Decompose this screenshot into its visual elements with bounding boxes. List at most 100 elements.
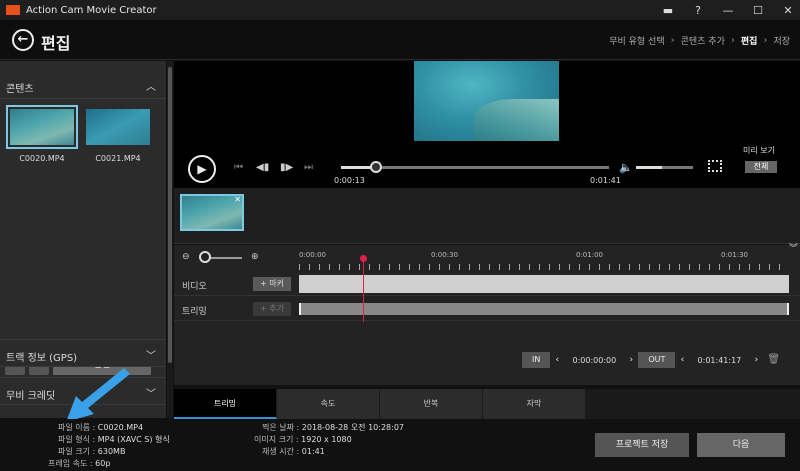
volume-icon[interactable]: 🔈 xyxy=(619,161,633,174)
file-size-value: 630MB xyxy=(97,447,126,456)
save-project-button[interactable]: 프로젝트 저장 xyxy=(595,433,689,457)
file-size-label: 파일 크기 : xyxy=(58,447,96,456)
tick-label: 0:00:00 xyxy=(299,251,326,259)
tick-label: 0:00:30 xyxy=(431,251,458,259)
zoom-in-icon[interactable]: ⊕ xyxy=(251,252,259,262)
add-marker-button[interactable]: + 마커 xyxy=(253,277,291,291)
in-time: 0:00:00:00 xyxy=(572,355,617,365)
play-time-label: 재생 시간 : xyxy=(262,447,300,456)
frame-rate-value: 60p xyxy=(95,459,111,468)
app-title: Action Cam Movie Creator xyxy=(26,4,157,16)
skip-end-icon[interactable]: ⏭ xyxy=(304,162,313,173)
clip-name: C0020.MP4 xyxy=(19,154,65,163)
breadcrumb-step-active: 편집 xyxy=(740,37,758,47)
remove-clip-icon[interactable]: ✕ xyxy=(234,195,241,204)
clip-thumbnail[interactable] xyxy=(86,109,150,145)
out-time: 0:01:41:17 xyxy=(697,355,742,365)
page-title: 편집 xyxy=(41,34,71,53)
preview-full-button[interactable]: 전체 xyxy=(745,161,777,173)
maximize-icon[interactable]: ☐ xyxy=(752,4,764,17)
out-next-icon[interactable]: › xyxy=(749,355,763,365)
chevron-right-icon: › xyxy=(730,35,735,46)
seek-bar[interactable] xyxy=(341,161,609,173)
file-format-value: MP4 (XAVC S) 형식 xyxy=(97,435,170,444)
trim-track-label: 트리밍 xyxy=(182,307,207,317)
file-info-left: 파일 이름 : C0020.MP4 파일 형식 : MP4 (XAVC S) 형… xyxy=(48,422,170,470)
out-button[interactable]: OUT xyxy=(638,352,676,368)
file-info-footer: 파일 이름 : C0020.MP4 파일 형식 : MP4 (XAVC S) 형… xyxy=(0,419,800,471)
next-button[interactable]: 다음 xyxy=(697,433,785,457)
track-info-section-header[interactable]: 트랙 정보 (GPS) ﹀ xyxy=(0,339,166,367)
add-trim-button[interactable]: + 추가 xyxy=(253,302,291,316)
current-time: 0:00:13 xyxy=(334,176,365,185)
trash-icon[interactable]: 🗑 xyxy=(767,354,780,366)
play-time-value: 01:41 xyxy=(301,447,325,456)
expand-icon[interactable]: ︾ xyxy=(789,241,798,254)
clip-name: C0021.MP4 xyxy=(95,154,141,163)
step-back-icon[interactable]: ◀▮ xyxy=(256,162,269,173)
tab-speed[interactable]: 속도 xyxy=(277,389,380,419)
chevron-right-icon: › xyxy=(670,35,675,46)
edit-tabs: 트리밍 속도 반복 자막 xyxy=(174,389,800,419)
tab-repeat[interactable]: 반복 xyxy=(380,389,483,419)
zoom-knob[interactable] xyxy=(199,251,211,263)
ruler-ticks xyxy=(299,264,789,270)
contents-label: 콘텐츠 xyxy=(6,84,34,95)
preview-area: ▶ ⏮ ◀▮ ▮▶ ⏭ 0:00:13 0:01:41 🔈 미리 보기 전체 xyxy=(174,61,800,188)
out-prev-icon[interactable]: ‹ xyxy=(675,355,689,365)
preview-label: 미리 보기 xyxy=(743,146,775,155)
playhead[interactable] xyxy=(363,256,364,322)
clip-strip: ✕ xyxy=(174,188,800,244)
tick-label: 0:01:30 xyxy=(721,251,748,259)
contents-panel: 콘텐츠 ︿ C0020.MP4 C0021.MP4 ↶ ↷ 반전 트랙 정보 (… xyxy=(0,61,166,422)
strip-clip-thumbnail[interactable]: ✕ xyxy=(180,194,244,231)
tab-trimming[interactable]: 트리밍 xyxy=(174,389,277,419)
chevron-right-icon: › xyxy=(763,35,768,46)
in-out-controls: IN ‹ 0:00:00:00 › OUT ‹ 0:01:41:17 › 🗑 xyxy=(522,352,780,368)
in-next-icon[interactable]: › xyxy=(624,355,638,365)
shot-date-value: 2018-08-28 오전 10:28:07 xyxy=(301,423,405,432)
help-icon[interactable]: ? xyxy=(692,4,704,17)
left-panel-scrollbar[interactable] xyxy=(167,61,173,418)
toolbox-icon[interactable]: ▬ xyxy=(662,4,674,17)
in-prev-icon[interactable]: ‹ xyxy=(550,355,564,365)
window-controls: ▬ ? — ☐ ✕ xyxy=(662,0,794,20)
play-button[interactable]: ▶ xyxy=(188,155,216,183)
contents-section-header[interactable]: 콘텐츠 ︿ xyxy=(0,71,166,99)
shot-date-label: 찍은 날짜 : xyxy=(262,423,300,432)
back-button[interactable]: ← xyxy=(12,29,34,51)
title-bar: Action Cam Movie Creator ▬ ? — ☐ ✕ xyxy=(0,0,800,20)
breadcrumb-step[interactable]: 콘텐츠 추가 xyxy=(681,34,725,47)
close-icon[interactable]: ✕ xyxy=(782,4,794,17)
volume-fill xyxy=(636,166,662,169)
chevron-up-icon[interactable]: ︿ xyxy=(146,78,156,93)
volume-slider[interactable] xyxy=(636,166,693,169)
chevron-down-icon[interactable]: ﹀ xyxy=(146,347,156,362)
page-header: ← 편집 무비 유형 선택 › 콘텐츠 추가 › 편집 › 저장 xyxy=(0,20,800,60)
video-track: 비디오 + 마커 xyxy=(174,274,800,296)
skip-start-icon[interactable]: ⏮ xyxy=(234,162,243,173)
breadcrumb-step[interactable]: 무비 유형 선택 xyxy=(609,34,664,47)
trim-track: 트리밍 + 추가 xyxy=(174,299,800,321)
time-ruler[interactable]: 0:00:00 0:00:30 0:01:00 0:01:30 xyxy=(299,251,789,271)
file-format-label: 파일 형식 : xyxy=(58,435,96,444)
chevron-down-icon[interactable]: ﹀ xyxy=(146,385,156,400)
file-name-label: 파일 이름 : xyxy=(58,423,96,432)
minimize-icon[interactable]: — xyxy=(722,4,734,17)
movie-credit-label: 무비 크레딧 xyxy=(6,391,56,402)
image-size-value: 1920 x 1080 xyxy=(301,435,352,444)
image-size-label: 이미지 크기 : xyxy=(254,435,299,444)
file-info-right: 찍은 날짜 : 2018-08-28 오전 10:28:07 이미지 크기 : … xyxy=(254,422,405,458)
seek-knob[interactable] xyxy=(369,161,382,173)
tab-subtitle[interactable]: 자막 xyxy=(483,389,586,419)
breadcrumb-step[interactable]: 저장 xyxy=(773,34,790,47)
total-time: 0:01:41 xyxy=(590,176,621,185)
fullscreen-icon[interactable] xyxy=(708,160,722,172)
zoom-out-icon[interactable]: ⊖ xyxy=(182,252,190,262)
trim-track-bar[interactable] xyxy=(299,303,789,315)
clip-thumbnail[interactable] xyxy=(6,105,78,149)
video-track-label: 비디오 xyxy=(182,282,207,292)
step-forward-icon[interactable]: ▮▶ xyxy=(280,162,293,173)
in-button[interactable]: IN xyxy=(522,352,551,368)
video-track-bar[interactable] xyxy=(299,275,789,293)
